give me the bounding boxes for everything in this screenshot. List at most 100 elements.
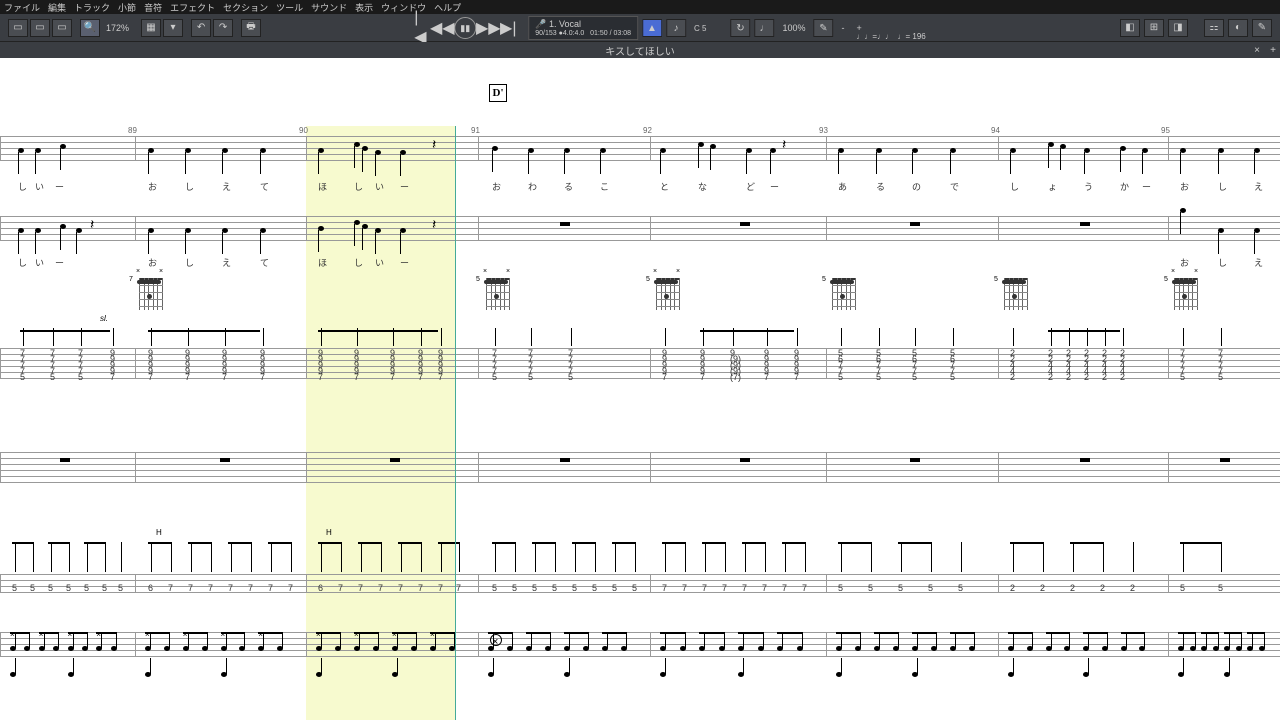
mixer-btn[interactable]: ⚏ [1204, 19, 1224, 37]
chord-diagram: 5 [1000, 270, 1032, 310]
track-info[interactable]: 🎤 1. Vocal 90/153 ●4.0:4.0 01:50 / 03:08 [528, 16, 638, 40]
edit-btn[interactable]: ✎ [1252, 19, 1272, 37]
fret-number: 7 [764, 372, 769, 382]
lyric: お [1180, 180, 1189, 193]
lyric: う [1084, 180, 1093, 193]
menu-help[interactable]: ヘルプ [434, 1, 461, 14]
menu-track[interactable]: トラック [74, 1, 110, 14]
lyric: ょ [1048, 180, 1057, 193]
chord-diagram: 5×× [652, 270, 684, 310]
menu-view[interactable]: 表示 [355, 1, 373, 14]
score-area[interactable]: D' const data = JSON.parse(document.getE… [0, 58, 1280, 720]
zoom-icon[interactable]: 🔍 [80, 19, 100, 37]
loop-btn[interactable]: ↻ [730, 19, 750, 37]
layout-btn-3[interactable]: ▭ [52, 19, 72, 37]
print-btn[interactable]: 🖶 [241, 19, 261, 37]
chord-diagram: 7×× [135, 270, 167, 310]
fret-number: 5 [1180, 372, 1185, 382]
fret-number: 5 [532, 583, 537, 593]
fret-number: 7 [682, 583, 687, 593]
fret-number: 7 [148, 372, 153, 382]
rewind-btn[interactable]: ◀◀ [434, 20, 450, 36]
fret-number: 2 [1102, 372, 1107, 382]
fret-number: 5 [912, 372, 917, 382]
panel-btn-2[interactable]: ⊞ [1144, 19, 1164, 37]
menu-sound[interactable]: サウンド [311, 1, 347, 14]
pause-btn[interactable]: ▮▮ [454, 17, 476, 39]
lyric: し [354, 256, 363, 269]
fret-number: 5 [1218, 372, 1223, 382]
dropdown-btn[interactable]: ▾ [163, 19, 183, 37]
fret-number: 7 [794, 372, 799, 382]
lyric: る [876, 180, 885, 193]
tuning-icon[interactable]: ♪ [666, 19, 686, 37]
document-title[interactable]: キスしてほしい [605, 43, 674, 58]
fret-number: 5 [838, 583, 843, 593]
lyric: し [18, 180, 27, 193]
menu-tool[interactable]: ツール [276, 1, 303, 14]
fret-number: 7 [188, 583, 193, 593]
fret-number: 5 [12, 583, 17, 593]
fret-number: 5 [868, 583, 873, 593]
layout-btn-2[interactable]: ▭ [30, 19, 50, 37]
fret-number: 5 [898, 583, 903, 593]
menu-edit[interactable]: 編集 [48, 1, 66, 14]
menu-note[interactable]: 音符 [144, 1, 162, 14]
fret-number: 5 [78, 372, 83, 382]
lyric: ー [55, 256, 64, 269]
bar-number: 93 [819, 126, 828, 135]
lyric: あ [838, 180, 847, 193]
fret-number: 2 [1100, 583, 1105, 593]
tab-close-icon[interactable]: × [1254, 45, 1260, 56]
tab-add-icon[interactable]: + [1270, 45, 1276, 56]
fret-number: 7 [318, 372, 323, 382]
mode-btn[interactable]: ▦ [141, 19, 161, 37]
menu-file[interactable]: ファイル [4, 1, 40, 14]
layout-btn-1[interactable]: ▭ [8, 19, 28, 37]
fret-number: 5 [48, 583, 53, 593]
fret-number: 7 [260, 372, 265, 382]
undo-btn[interactable]: ↶ [191, 19, 211, 37]
metronome-icon[interactable]: ▲ [642, 19, 662, 37]
lyric: え [1254, 180, 1263, 193]
fx-btn[interactable]: ◐ [1228, 19, 1248, 37]
lyric: し [185, 256, 194, 269]
last-btn[interactable]: ▶| [500, 20, 516, 36]
redo-btn[interactable]: ↷ [213, 19, 233, 37]
chord-display: C 5 [694, 24, 706, 33]
menu-bar: ファイル 編集 トラック 小節 音符 エフェクト セクション ツール サウンド … [0, 0, 1280, 14]
chord-diagram: 5 [828, 270, 860, 310]
toolbar: ▭ ▭ ▭ 🔍 172% ▦ ▾ ↶ ↷ 🖶 |◀ ◀◀ ▮▮ ▶▶ ▶| 🎤 … [0, 14, 1280, 42]
fret-number: 7 [288, 583, 293, 593]
fret-number: 5 [50, 372, 55, 382]
speed-icon[interactable]: ♩ [754, 19, 774, 37]
lyric: お [1180, 256, 1189, 269]
menu-section[interactable]: セクション [223, 1, 268, 14]
tempo-edit-icon[interactable]: ✎ [813, 19, 833, 37]
fret-number: 7 [722, 583, 727, 593]
lyric: お [492, 180, 501, 193]
fret-number: 5 [632, 583, 637, 593]
lyric: し [1010, 180, 1019, 193]
fret-number: 5 [1218, 583, 1223, 593]
fret-number: 2 [1084, 372, 1089, 382]
chord-diagram: 5×× [1170, 270, 1202, 310]
menu-effect[interactable]: エフェクト [170, 1, 215, 14]
panel-btn-3[interactable]: ◨ [1168, 19, 1188, 37]
first-btn[interactable]: |◀ [414, 20, 430, 36]
fret-number: 5 [30, 583, 35, 593]
lyric: し [1218, 180, 1227, 193]
fret-number: 5 [492, 372, 497, 382]
lyric: わ [528, 180, 537, 193]
panel-btn-1[interactable]: ◧ [1120, 19, 1140, 37]
forward-btn[interactable]: ▶▶ [480, 20, 496, 36]
fret-number: (7) [730, 372, 741, 382]
fret-number: 7 [185, 372, 190, 382]
lyric: ほ [318, 256, 327, 269]
lyric: い [375, 180, 384, 193]
fret-number: 5 [20, 372, 25, 382]
fret-number: 5 [118, 583, 123, 593]
fret-number: 7 [354, 372, 359, 382]
zoom-value[interactable]: 172% [102, 23, 133, 33]
menu-bar[interactable]: 小節 [118, 1, 136, 14]
